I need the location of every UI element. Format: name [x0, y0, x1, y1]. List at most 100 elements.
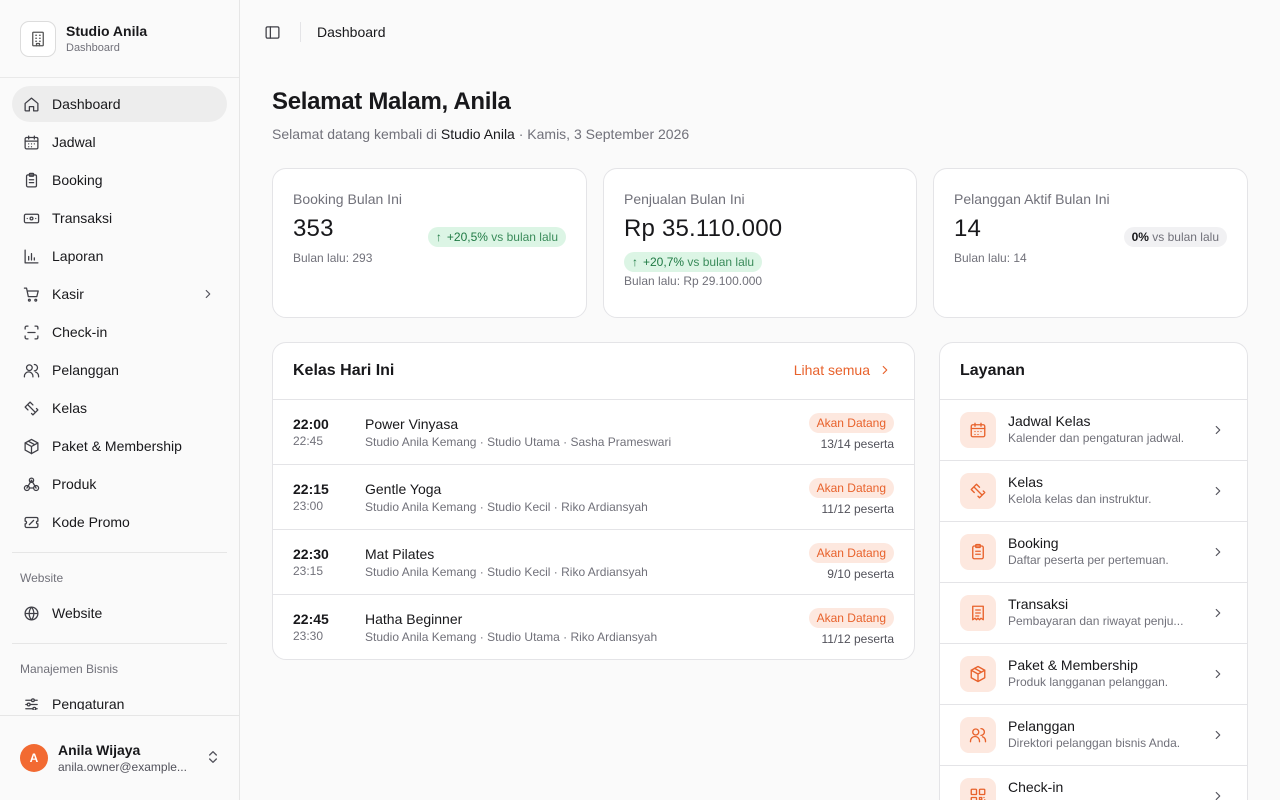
- service-item-kelas[interactable]: Kelas Kelola kelas dan instruktur.: [940, 461, 1247, 522]
- class-row[interactable]: 22:15 23:00 Gentle Yoga Studio Anila Kem…: [273, 465, 914, 530]
- class-name: Gentle Yoga: [365, 481, 442, 497]
- sidebar-item-kelas[interactable]: Kelas: [12, 390, 227, 426]
- arrow-up-icon: ↑: [435, 230, 442, 244]
- stat-change-badge: ↑ +20,7% vs bulan lalu: [624, 252, 763, 272]
- subtitle-prefix: Selamat datang kembali di: [272, 126, 437, 142]
- stat-change-badge: 0% vs bulan lalu: [1123, 227, 1227, 247]
- class-row[interactable]: 22:45 23:30 Hatha Beginner Studio Anila …: [273, 595, 914, 659]
- card-title: Kelas Hari Ini: [293, 362, 395, 379]
- sidebar-item-label: Jadwal: [52, 134, 96, 150]
- class-participants: 11/12 peserta: [821, 632, 895, 646]
- sidebar-item-produk[interactable]: Produk: [12, 466, 227, 502]
- sidebar-scroll-clip: Pengaturan: [0, 686, 239, 710]
- arrow-up-icon: ↑: [632, 255, 638, 269]
- service-item-pelanggan[interactable]: Pelanggan Direktori pelanggan bisnis And…: [940, 705, 1247, 766]
- sidebar-item-laporan[interactable]: Laporan: [12, 238, 227, 274]
- calendar-icon: [22, 133, 40, 151]
- service-description: Kalender dan pengaturan jadwal.: [1008, 431, 1185, 445]
- chevron-right-icon[interactable]: [201, 287, 215, 301]
- breadcrumb: Dashboard: [317, 24, 386, 40]
- class-name: Power Vinyasa: [365, 416, 459, 432]
- chevron-right-icon: [1211, 606, 1225, 620]
- status-badge: Akan Datang: [808, 543, 894, 563]
- stat-previous: Bulan lalu: 293: [293, 251, 373, 265]
- cart-icon: [22, 285, 40, 303]
- sidebar-item-pelanggan[interactable]: Pelanggan: [12, 352, 227, 388]
- class-participants: 13/14 peserta: [820, 437, 894, 451]
- sidebar-item-label: Kasir: [52, 286, 84, 302]
- service-description: Direktori pelanggan bisnis Anda.: [1008, 736, 1181, 750]
- service-item-transaksi[interactable]: Transaksi Pembayaran dan riwayat penju..…: [940, 583, 1247, 644]
- sidebar-item-label: Pelanggan: [52, 362, 119, 378]
- class-end-time: 23:15: [293, 564, 324, 578]
- stat-change-badge: ↑ +20,5% vs bulan lalu: [427, 227, 566, 247]
- sidebar-nav: Dashboard Jadwal Booking Transaksi Lapor…: [0, 78, 239, 710]
- calendar-icon: [960, 412, 996, 448]
- sidebar-item-dashboard[interactable]: Dashboard: [12, 86, 227, 122]
- chevrons-up-down-icon[interactable]: [205, 749, 221, 765]
- status-badge: Akan Datang: [808, 478, 894, 498]
- stat-card-sales: Penjualan Bulan Ini Rp 35.110.000 ↑ +20,…: [603, 168, 917, 318]
- sidebar-item-booking[interactable]: Booking: [12, 162, 227, 198]
- sidebar-item-kasir[interactable]: Kasir: [12, 276, 227, 312]
- sidebar-item-transaksi[interactable]: Transaksi: [12, 200, 227, 236]
- sidebar-item-label: Pengaturan: [52, 696, 125, 710]
- service-item-booking[interactable]: Booking Daftar peserta per pertemuan.: [940, 522, 1247, 583]
- sidebar-item-jadwal[interactable]: Jadwal: [12, 124, 227, 160]
- user-name: Anila Wijaya: [58, 742, 141, 758]
- class-start-time: 22:45: [293, 611, 329, 627]
- service-item-paket-membership[interactable]: Paket & Membership Produk langganan pela…: [940, 644, 1247, 705]
- users-icon: [960, 717, 996, 753]
- class-meta: Studio Anila Kemang · Studio Kecil · Rik…: [365, 565, 648, 579]
- stat-card-active-customers: Pelanggan Aktif Bulan Ini 14 0% vs bulan…: [933, 168, 1248, 318]
- brand-name: Studio Anila: [66, 22, 148, 39]
- topbar-separator: [300, 22, 301, 42]
- service-description: Daftar peserta per pertemuan.: [1008, 553, 1169, 567]
- building-icon: [20, 20, 56, 57]
- settings-icon: [22, 695, 40, 710]
- class-start-time: 22:30: [293, 546, 329, 562]
- package-icon: [960, 656, 996, 692]
- class-row[interactable]: 22:30 23:15 Mat Pilates Studio Anila Kem…: [273, 530, 914, 595]
- stat-label: Booking Bulan Ini: [293, 191, 402, 207]
- sidebar-item-pengaturan[interactable]: Pengaturan: [12, 686, 227, 710]
- topbar: Dashboard: [240, 0, 1280, 64]
- stat-change: +20,7%: [643, 255, 685, 269]
- brand-header[interactable]: Studio Anila Dashboard: [0, 0, 239, 78]
- sidebar-item-label: Kode Promo: [52, 514, 130, 530]
- service-item-jadwal-kelas[interactable]: Jadwal Kelas Kalender dan pengaturan jad…: [940, 400, 1247, 461]
- page-title: Selamat Malam, Anila: [272, 88, 511, 115]
- stat-label: Pelanggan Aktif Bulan Ini: [954, 191, 1110, 207]
- service-name: Kelas: [1008, 474, 1044, 490]
- sidebar-item-paket-membership[interactable]: Paket & Membership: [12, 428, 227, 464]
- chevron-right-icon: [1211, 423, 1225, 437]
- class-row[interactable]: 22:00 22:45 Power Vinyasa Studio Anila K…: [273, 400, 914, 465]
- sidebar-divider: [12, 552, 227, 553]
- receipt-icon: [960, 595, 996, 631]
- class-end-time: 22:45: [293, 434, 324, 448]
- stat-label: Penjualan Bulan Ini: [624, 191, 745, 207]
- sidebar-item-label: Booking: [52, 172, 103, 188]
- sidebar-item-label: Website: [52, 605, 103, 621]
- class-name: Mat Pilates: [365, 546, 435, 562]
- user-menu[interactable]: A Anila Wijaya anila.owner@example...: [0, 715, 239, 800]
- sidebar-item-label: Produk: [52, 476, 97, 492]
- sidebar-item-website[interactable]: Website: [12, 595, 227, 631]
- home-icon: [22, 95, 40, 113]
- chevron-right-icon: [1211, 667, 1225, 681]
- package-icon: [22, 437, 40, 455]
- sidebar-item-check-in[interactable]: Check-in: [12, 314, 227, 350]
- dumbbell-icon: [22, 399, 40, 417]
- class-meta: Studio Anila Kemang · Studio Utama · Sas…: [365, 435, 672, 449]
- see-all-link[interactable]: Lihat semua: [794, 362, 892, 378]
- today-classes-card: Kelas Hari Ini Lihat semua 22:00 22:45 P…: [272, 342, 915, 660]
- class-meta: Studio Anila Kemang · Studio Utama · Rik…: [365, 630, 658, 644]
- sidebar-section-business: Manajemen Bisnis: [20, 662, 119, 676]
- sidebar-item-kode-promo[interactable]: Kode Promo: [12, 504, 227, 540]
- sidebar-toggle-icon[interactable]: [262, 22, 282, 42]
- service-item-check-in[interactable]: Check-in: [940, 766, 1247, 800]
- users-icon: [22, 361, 40, 379]
- stat-value: Rp 35.110.000: [624, 215, 783, 242]
- stat-change-suffix: vs bulan lalu: [1152, 230, 1219, 244]
- page-subtitle: Selamat datang kembali di Studio Anila ·…: [272, 126, 689, 142]
